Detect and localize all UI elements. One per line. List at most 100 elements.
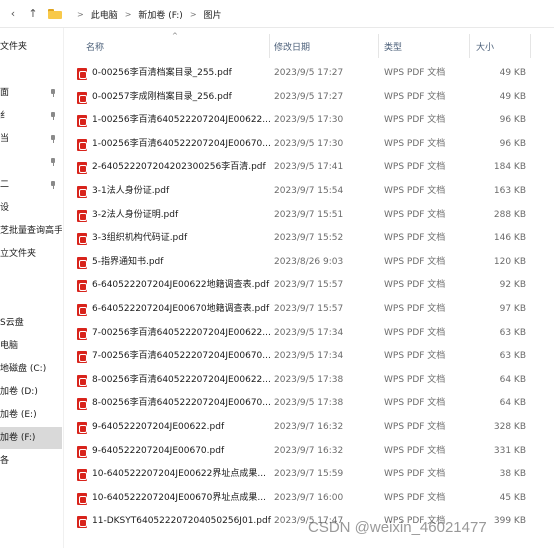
nav-item-label: S云盘	[0, 318, 24, 328]
back-icon[interactable]: ‹	[4, 5, 22, 23]
column-divider[interactable]	[378, 34, 379, 58]
file-row[interactable]: 9-640522207204JE00622.pdf 2023/9/7 16:32 W…	[74, 416, 554, 439]
file-type: WPS PDF 文档	[384, 398, 446, 409]
file-row[interactable]: 5-指界通知书.pdf 2023/8/26 9:03 WPS PDF 文档 120 K…	[74, 251, 554, 274]
nav-item[interactable]: 电脑	[0, 335, 62, 357]
file-date: 2023/9/7 15:59	[274, 469, 344, 480]
pdf-file-icon	[77, 327, 87, 340]
nav-item[interactable]	[0, 289, 62, 311]
file-size: 92 KB	[499, 280, 526, 291]
file-date: 2023/9/5 17:34	[274, 351, 344, 362]
column-divider[interactable]	[530, 34, 531, 58]
file-row[interactable]: 8-00256李百清640522207204JE00670... 2023/9/5…	[74, 392, 554, 415]
file-row[interactable]: 7-00256李百清640522207204JE00670... 2023/9/5…	[74, 345, 554, 368]
file-date: 2023/9/7 16:00	[274, 492, 344, 503]
nav-item[interactable]: 当	[0, 128, 62, 150]
file-date: 2023/9/7 15:51	[274, 209, 344, 220]
column-divider[interactable]	[269, 34, 270, 58]
file-name: 1-00256李百清640522207204JE00622...	[92, 115, 271, 126]
file-name: 3-1法人身份证.pdf	[92, 186, 170, 196]
pdf-file-icon	[77, 304, 87, 316]
nav-item[interactable]	[0, 151, 62, 173]
file-name: 7-00256李百清640522207204JE00622...	[92, 327, 271, 338]
pdf-file-icon	[77, 115, 87, 128]
nav-item-label: 地磁盘 (C:)	[0, 364, 47, 374]
file-size: 146 KB	[493, 233, 526, 244]
nav-item[interactable]: 地磁盘 (C:)	[0, 358, 62, 380]
file-row[interactable]: 10-640522207204JE00622界址点成果... 2023/9/7 1…	[74, 463, 554, 486]
column-header-size[interactable]: 大小	[476, 40, 494, 53]
up-arrow-icon[interactable]: ↑	[24, 5, 42, 23]
file-row[interactable]: 3-3组织机构代码证.pdf 2023/9/7 15:52 WPS PDF 文档 14…	[74, 227, 554, 250]
file-row[interactable]: 10-640522207204JE00670界址点成果... 2023/9/7 1…	[74, 487, 554, 510]
file-date: 2023/9/7 16:32	[274, 445, 344, 456]
nav-item[interactable]: 二	[0, 174, 62, 196]
nav-item[interactable]	[0, 266, 62, 288]
file-row[interactable]: 6-640522207204JE00622地籍调查表.pdf 2023/9/7 1…	[74, 274, 554, 297]
file-size: 97 KB	[499, 304, 526, 314]
nav-item[interactable]: 纟	[0, 105, 62, 127]
nav-item[interactable]: 加卷 (D:)	[0, 381, 62, 403]
nav-item[interactable]	[0, 59, 62, 81]
file-row[interactable]: 6-640522207204JE00670地籍调查表.pdf 2023/9/7 1…	[74, 298, 554, 321]
address-bar: ‹ ↑ > 此电脑 > 新加卷 (F:) > 图片	[0, 0, 554, 28]
file-name: 10-640522207204JE00670界址点成果...	[92, 492, 266, 503]
file-row[interactable]: 0-00256李百清档案目录_255.pdf 2023/9/5 17:27 WPS …	[74, 62, 554, 85]
file-date: 2023/8/26 9:03	[274, 256, 344, 267]
nav-item-label: 文件夹	[0, 42, 28, 52]
nav-item-label: 设	[0, 203, 10, 213]
file-type: WPS PDF 文档	[384, 492, 446, 503]
file-size: 63 KB	[499, 351, 526, 362]
file-row[interactable]: 9-640522207204JE00670.pdf 2023/9/7 16:32 W…	[74, 440, 554, 463]
file-size: 38 KB	[499, 469, 526, 480]
pdf-file-icon	[77, 162, 87, 175]
pin-icon	[50, 89, 56, 97]
nav-item[interactable]: 设	[0, 197, 62, 219]
file-date: 2023/9/5 17:27	[274, 91, 344, 102]
file-row[interactable]: 0-00257李成刚档案目录_256.pdf 2023/9/5 17:27 WPS …	[74, 86, 554, 109]
file-type: WPS PDF 文档	[384, 445, 446, 456]
nav-item[interactable]: 芝批量查询高手	[0, 220, 62, 242]
file-name: 0-00257李成刚档案目录_256.pdf	[92, 91, 232, 102]
breadcrumb-this-pc[interactable]: 此电脑	[91, 8, 118, 21]
file-date: 2023/9/7 16:32	[274, 422, 344, 432]
file-row[interactable]: 3-1法人身份证.pdf 2023/9/7 15:54 WPS PDF 文档 163 …	[74, 180, 554, 203]
breadcrumb[interactable]: > 此电脑 > 新加卷 (F:) > 图片	[48, 5, 222, 23]
pdf-file-icon	[77, 469, 87, 482]
breadcrumb-drive-f[interactable]: 新加卷 (F:)	[138, 8, 182, 21]
file-row[interactable]: 3-2法人身份证明.pdf 2023/9/7 15:51 WPS PDF 文档 288…	[74, 204, 554, 227]
pdf-file-icon	[77, 445, 87, 458]
file-size: 64 KB	[499, 374, 526, 385]
nav-item[interactable]: 加卷 (E:)	[0, 404, 62, 426]
pdf-file-icon	[77, 492, 87, 505]
column-header-name[interactable]: 名称	[86, 40, 104, 53]
file-size: 45 KB	[499, 492, 526, 503]
file-type: WPS PDF 文档	[384, 280, 446, 291]
pdf-file-icon	[77, 209, 87, 222]
breadcrumb-pictures[interactable]: 图片	[204, 8, 222, 21]
nav-item-label: 二	[0, 180, 10, 190]
file-name: 2-640522207204202300256李百清.pdf	[92, 162, 266, 173]
nav-item[interactable]: S云盘	[0, 312, 62, 334]
column-header-date[interactable]: 修改日期	[274, 40, 310, 53]
nav-item[interactable]: 面	[0, 82, 62, 104]
file-name: 9-640522207204JE00670.pdf	[92, 445, 225, 456]
file-row[interactable]: 1-00256李百清640522207204JE00622... 2023/9/5…	[74, 109, 554, 132]
pin-icon	[50, 158, 56, 166]
file-name: 11-DKSYT640522207204050256J01.pdf	[92, 516, 271, 527]
file-row[interactable]: 2-640522207204202300256李百清.pdf 2023/9/5 1…	[74, 156, 554, 179]
nav-item[interactable]: 加卷 (F:)	[0, 427, 62, 449]
nav-item[interactable]: 立文件夹	[0, 243, 62, 265]
nav-item-label: 当	[0, 134, 10, 144]
file-name: 5-指界通知书.pdf	[92, 256, 164, 267]
file-row[interactable]: 7-00256李百清640522207204JE00622... 2023/9/5…	[74, 322, 554, 345]
column-header-type[interactable]: 类型	[384, 40, 402, 53]
column-header: 名称 ^ 修改日期 类型 大小	[64, 28, 554, 62]
nav-item[interactable]: 文件夹	[0, 36, 62, 58]
file-row[interactable]: 8-00256李百清640522207204JE00622... 2023/9/5…	[74, 369, 554, 392]
nav-item[interactable]: 各	[0, 450, 62, 472]
file-date: 2023/9/7 15:57	[274, 280, 344, 291]
column-divider[interactable]	[469, 34, 470, 58]
file-size: 96 KB	[499, 115, 526, 126]
file-row[interactable]: 1-00256李百清640522207204JE00670... 2023/9/5…	[74, 133, 554, 156]
